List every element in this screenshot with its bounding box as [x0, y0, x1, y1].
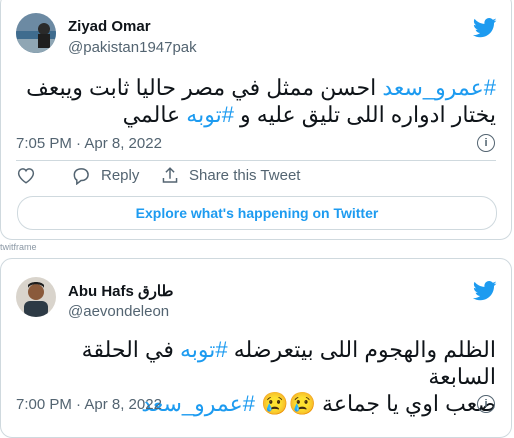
reply-label: Reply [101, 167, 140, 184]
tweet-timestamp[interactable]: 7:05 PM · Apr 8, 2022 [16, 135, 162, 152]
frame-label: twitframe [0, 242, 37, 252]
heart-icon [17, 168, 35, 184]
tweet-text-line1-start: الظلم والهجوم اللى بيتعرضله [227, 337, 496, 362]
crying-emoji: 😢😢 [261, 391, 316, 416]
author-handle[interactable]: @aevondeleon [68, 303, 169, 320]
tweet-text-line2: صعب اوي يا جماعة [315, 391, 496, 416]
tweet-card-1: Ziyad Omar @pakistan1947pak #عمرو_سعد اح… [0, 0, 512, 240]
avatar[interactable] [16, 13, 56, 53]
reply-button[interactable]: Reply [71, 166, 139, 185]
author-name[interactable]: Ziyad Omar [68, 18, 151, 35]
twitter-bird-icon[interactable] [473, 18, 497, 38]
tweet-text: #عمرو_سعد احسن ممثل في مصر حاليا ثابت وي… [16, 74, 496, 128]
reply-icon [73, 168, 89, 185]
explore-button[interactable]: Explore what's happening on Twitter [17, 196, 497, 230]
twitter-bird-icon[interactable] [473, 281, 497, 301]
tweet-timestamp[interactable]: 7:00 PM · Apr 8, 2022 [16, 396, 162, 413]
author-name[interactable]: Abu Hafs طارق [68, 282, 173, 300]
info-icon[interactable]: i [477, 395, 495, 413]
tweet-text-line2-start: يختار ادواره اللى تليق عليه و [233, 102, 496, 127]
tweet-text-line1: احسن ممثل في مصر حاليا ثابت ويبعف [26, 75, 383, 100]
info-icon[interactable]: i [477, 134, 495, 152]
share-button[interactable]: Share this Tweet [161, 166, 300, 185]
hashtag-link[interactable]: #توبه [180, 337, 228, 362]
tweet-text-line2-end: عالمي [122, 102, 187, 127]
share-icon [162, 167, 178, 183]
like-button[interactable] [16, 166, 36, 184]
share-label: Share this Tweet [189, 167, 301, 184]
author-handle[interactable]: @pakistan1947pak [68, 39, 197, 56]
tweet-card-2: Abu Hafs طارق @aevondeleon الظلم والهجوم… [0, 258, 512, 438]
divider [16, 160, 496, 161]
hashtag-link[interactable]: #عمرو_سعد [382, 75, 496, 100]
avatar[interactable] [16, 277, 56, 317]
hashtag-link[interactable]: #توبه [186, 102, 234, 127]
